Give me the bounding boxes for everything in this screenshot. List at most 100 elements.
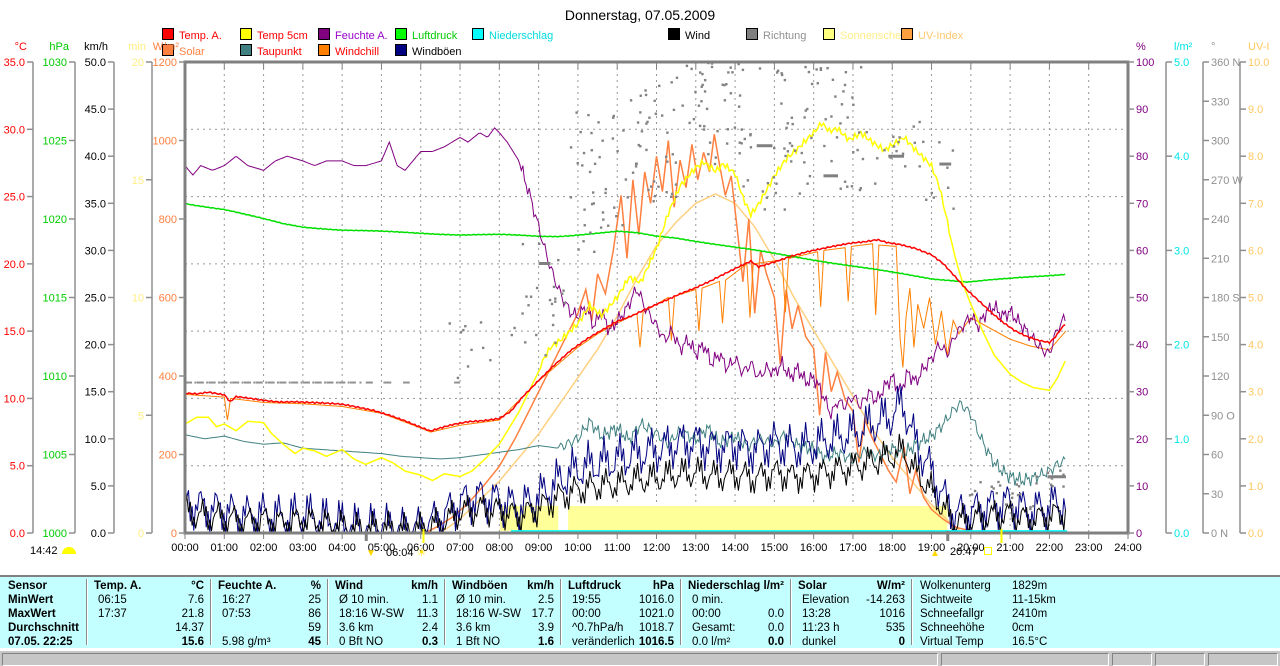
svg-text:0.0: 0.0 <box>10 528 25 540</box>
table-cell-value: 0.0 <box>768 608 784 621</box>
table-cell-label: Gesamt: <box>692 622 735 635</box>
svg-text:0 N: 0 N <box>1211 528 1228 540</box>
svg-text:30: 30 <box>1211 489 1223 501</box>
table-divider <box>790 579 792 645</box>
extra-info-value: 0cm <box>1012 622 1034 635</box>
table-cell-label: 0 Bft NO <box>339 636 383 649</box>
extra-info-label: Schneefallgr <box>920 608 984 621</box>
svg-text:60: 60 <box>1211 450 1223 462</box>
axis-C: 35.030.025.020.015.010.05.00.0°C <box>4 41 33 540</box>
table-cell-label: 17:37 <box>98 608 127 621</box>
stats-table: SensorMinWertMaxWertDurchschnitt07.05. 2… <box>0 577 1280 648</box>
svg-text:60: 60 <box>1136 245 1148 257</box>
svg-text:14:00: 14:00 <box>721 542 749 554</box>
svg-text:4.0: 4.0 <box>1248 340 1263 352</box>
svg-text:30: 30 <box>1136 387 1148 399</box>
table-cell-value: 45 <box>308 636 321 649</box>
svg-text:0.0: 0.0 <box>1248 528 1263 540</box>
extra-info-label: Virtual Temp <box>920 636 984 649</box>
svg-text:2.0: 2.0 <box>1174 340 1189 352</box>
table-col-unit: W/m² <box>877 580 905 593</box>
table-col-unit: % <box>311 580 321 593</box>
table-cell-label: Ø 10 min. <box>456 594 506 607</box>
svg-text:20: 20 <box>1136 434 1148 446</box>
table-cell-label: dunkel <box>802 636 836 649</box>
svg-text:09:00: 09:00 <box>525 542 553 554</box>
extra-info-value: 2410m <box>1012 608 1047 621</box>
svg-text:45.0: 45.0 <box>85 104 106 116</box>
statusbar-segment <box>2 653 938 666</box>
table-cell-label: 3.6 km <box>339 622 374 635</box>
svg-text:20: 20 <box>132 57 144 69</box>
table-cell-label: 07:53 <box>222 608 251 621</box>
svg-text:400: 400 <box>159 371 177 383</box>
svg-text:13:00: 13:00 <box>682 542 710 554</box>
extra-info-label: Schneehöhe <box>920 622 985 635</box>
table-cell-value: 3.9 <box>538 622 554 635</box>
statusbar-segment <box>941 653 1109 666</box>
svg-text:02:00: 02:00 <box>250 542 278 554</box>
status-bar <box>0 650 1280 666</box>
table-col-unit: km/h <box>527 580 554 593</box>
svg-text:00:00: 00:00 <box>171 542 199 554</box>
table-col-unit: hPa <box>653 580 674 593</box>
table-row-label: MaxWert <box>8 608 56 621</box>
table-cell-value: 1021.0 <box>639 608 674 621</box>
svg-text:25.0: 25.0 <box>85 293 106 305</box>
svg-text:°C: °C <box>15 41 27 53</box>
svg-text:08:00: 08:00 <box>486 542 514 554</box>
axis-min: 20151050min <box>128 41 152 540</box>
svg-text:03:00: 03:00 <box>289 542 317 554</box>
table-cell-label: 3.6 km <box>456 622 491 635</box>
sunshine-blocks <box>500 506 947 531</box>
weather-chart[interactable]: 00:0001:0002:0003:0004:0005:0006:0007:00… <box>0 0 1280 575</box>
table-cell-value: -14.263 <box>866 594 905 607</box>
table-row-label: Sensor <box>8 580 47 593</box>
svg-text:1000: 1000 <box>43 528 67 540</box>
table-cell-label: 18:16 W-SW <box>339 608 404 621</box>
extra-info-label: Sichtweite <box>920 594 972 607</box>
svg-text:0: 0 <box>171 528 177 540</box>
svg-text:120: 120 <box>1211 371 1229 383</box>
svg-text:07:00: 07:00 <box>446 542 474 554</box>
svg-text:5.0: 5.0 <box>1174 57 1189 69</box>
svg-text:300: 300 <box>1211 136 1229 148</box>
svg-text:01:00: 01:00 <box>211 542 239 554</box>
svg-text:°: ° <box>1211 41 1215 53</box>
table-divider <box>86 579 88 645</box>
table-cell-label: 00:00 <box>692 608 721 621</box>
table-col-header: Niederschlag <box>688 580 760 593</box>
svg-text:1000: 1000 <box>153 136 177 148</box>
extra-info-value: 11-15km <box>1012 594 1056 607</box>
svg-text:17:00: 17:00 <box>839 542 867 554</box>
svg-text:1030: 1030 <box>43 57 67 69</box>
table-col-header: Wind <box>335 580 363 593</box>
table-cell-value: 0 <box>899 636 905 649</box>
svg-text:40.0: 40.0 <box>85 151 106 163</box>
svg-text:15.0: 15.0 <box>4 326 25 338</box>
svg-text:1200: 1200 <box>153 57 177 69</box>
table-cell-label: 06:15 <box>98 594 127 607</box>
table-cell-value: 1.1 <box>422 594 438 607</box>
table-cell-label: 19:55 <box>572 594 601 607</box>
svg-text:600: 600 <box>159 293 177 305</box>
series-temp-a- <box>185 239 1065 431</box>
table-cell-value: 1018.7 <box>639 622 674 635</box>
sunset-time: 20:47 <box>950 546 992 558</box>
svg-text:25.0: 25.0 <box>4 192 25 204</box>
table-row-label: MinWert <box>8 594 53 607</box>
statusbar-segment <box>1155 653 1205 666</box>
svg-text:18:00: 18:00 <box>878 542 906 554</box>
table-cell-value: 535 <box>886 622 905 635</box>
svg-text:0.0: 0.0 <box>91 528 106 540</box>
svg-text:0: 0 <box>1136 528 1142 540</box>
extra-info-label: Wolkenunterg <box>920 580 991 593</box>
table-col-header: Luftdruck <box>568 580 621 593</box>
table-col-unit: °C <box>191 580 204 593</box>
svg-text:1.0: 1.0 <box>1174 434 1189 446</box>
table-divider <box>327 579 329 645</box>
table-cell-label: Elevation <box>802 594 849 607</box>
svg-text:800: 800 <box>159 214 177 226</box>
table-col-header: Solar <box>798 580 827 593</box>
table-cell-label: 0.0 l/m² <box>692 636 730 649</box>
